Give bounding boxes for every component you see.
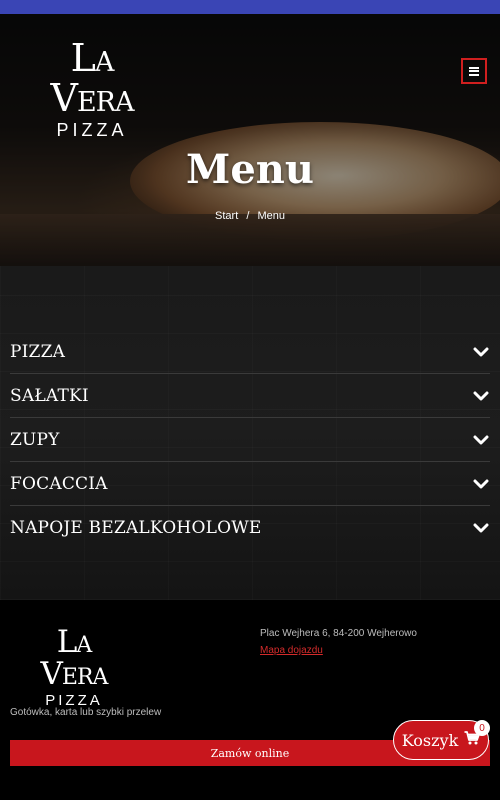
menu-category-label: FOCACCIA bbox=[10, 473, 108, 494]
menu-toggle-button[interactable] bbox=[461, 58, 487, 84]
menu-section: PIZZA SAŁATKI ZUPY FOCACCIA NAPOJE BEZAL… bbox=[0, 266, 500, 600]
breadcrumb: Start / Menu bbox=[0, 210, 500, 222]
menu-category-focaccia[interactable]: FOCACCIA bbox=[10, 462, 490, 506]
breadcrumb-home-link[interactable]: Start bbox=[215, 210, 238, 222]
chevron-down-icon bbox=[472, 390, 490, 402]
menu-category-pizza[interactable]: PIZZA bbox=[10, 330, 490, 374]
cart-count-badge: 0 bbox=[474, 720, 490, 736]
payment-methods: Gotówka, karta lub szybki przelew bbox=[10, 707, 162, 718]
breadcrumb-current: Menu bbox=[257, 210, 285, 222]
footer-logo[interactable]: La Vera PIZZA bbox=[24, 626, 124, 709]
menu-category-list: PIZZA SAŁATKI ZUPY FOCACCIA NAPOJE BEZAL… bbox=[10, 330, 490, 550]
site-logo[interactable]: La Vera PIZZA bbox=[30, 38, 154, 141]
logo-wordmark: La Vera bbox=[40, 624, 109, 692]
menu-category-label: PIZZA bbox=[10, 341, 66, 362]
chevron-down-icon bbox=[472, 434, 490, 446]
chevron-down-icon bbox=[472, 478, 490, 490]
menu-category-napoje[interactable]: NAPOJE BEZALKOHOLOWE bbox=[10, 506, 490, 550]
breadcrumb-separator: / bbox=[246, 210, 250, 222]
cart-label: Koszyk bbox=[401, 730, 459, 750]
menu-category-salatki[interactable]: SAŁATKI bbox=[10, 374, 490, 418]
menu-category-label: NAPOJE BEZALKOHOLOWE bbox=[10, 518, 262, 538]
footer-address: Plac Wejhera 6, 84-200 Wejherowo bbox=[260, 628, 417, 639]
logo-wordmark: La Vera bbox=[50, 36, 135, 120]
menu-category-zupy[interactable]: ZUPY bbox=[10, 418, 490, 462]
chevron-down-icon bbox=[472, 346, 490, 358]
top-bar bbox=[0, 0, 500, 14]
hamburger-icon bbox=[469, 66, 479, 76]
menu-category-label: ZUPY bbox=[10, 429, 60, 450]
page-title: Menu bbox=[186, 146, 314, 193]
chevron-down-icon bbox=[472, 522, 490, 534]
logo-subtitle: PIZZA bbox=[56, 120, 128, 140]
menu-category-label: SAŁATKI bbox=[10, 385, 89, 406]
map-link[interactable]: Mapa dojazdu bbox=[260, 645, 323, 656]
